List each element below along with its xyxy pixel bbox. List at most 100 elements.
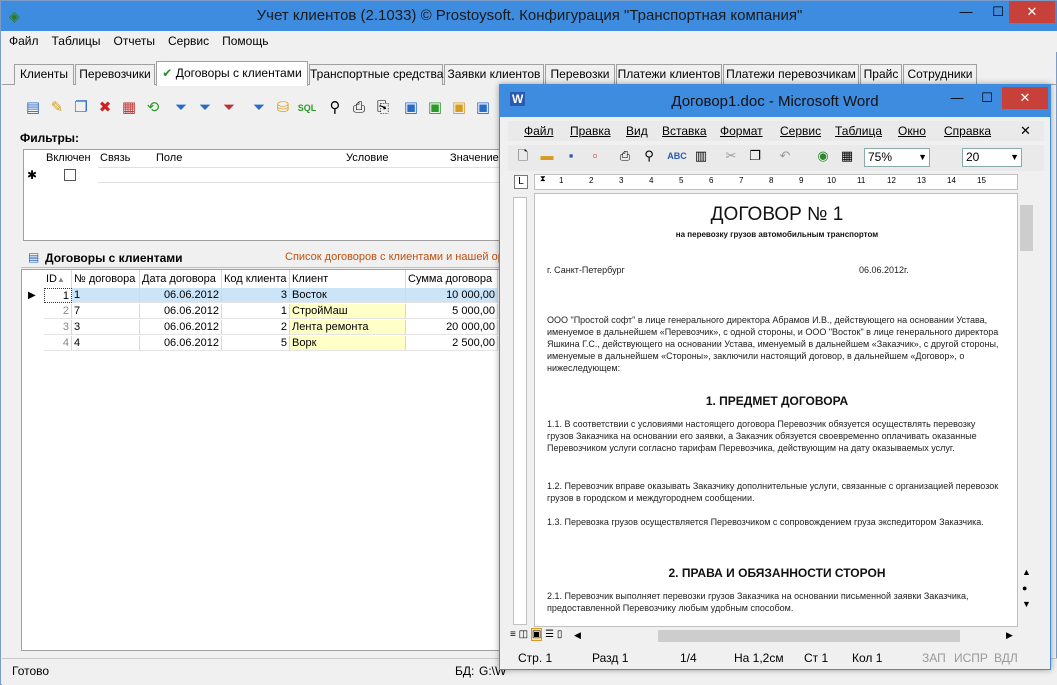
word-menu-file[interactable]: Файл [524, 124, 554, 138]
tab-client-requests[interactable]: Заявки клиентов [444, 64, 544, 85]
indent-marker[interactable]: ⧗ [540, 174, 546, 184]
menu-tables[interactable]: Таблицы [45, 31, 107, 48]
status-trk[interactable]: ИСПР [954, 651, 988, 665]
spelling-icon[interactable]: ABC [666, 145, 688, 167]
scroll-right-icon[interactable]: ▶ [1006, 630, 1013, 641]
filter-enabled-checkbox[interactable] [64, 169, 76, 181]
tab-employees[interactable]: Сотрудники [903, 64, 977, 85]
next-page-icon[interactable]: ▼ [1022, 599, 1031, 609]
research-icon[interactable]: ▥ [690, 145, 712, 167]
filter-group-icon[interactable]: ⛁ [272, 97, 294, 119]
new-doc-icon[interactable]: 🗋 [512, 145, 534, 167]
word-menu-window[interactable]: Окно [898, 124, 926, 138]
filter-clear-icon[interactable]: ⏷ [194, 97, 216, 119]
permission-icon[interactable]: ▫ [584, 145, 606, 167]
hyperlink-icon[interactable]: ◉ [812, 145, 834, 167]
col-client-code[interactable]: Код клиента [222, 270, 290, 288]
word-preview-icon[interactable]: ⚲ [638, 145, 660, 167]
table-row[interactable]: 4 4 06.06.2012 5 Ворк 2 500,00 [22, 336, 500, 352]
scroll-thumb[interactable] [1020, 205, 1033, 251]
col-id[interactable]: ID▲ [44, 270, 72, 288]
tab-carrier-payments[interactable]: Платежи перевозчикам [723, 64, 859, 85]
table-row[interactable]: 3 3 06.06.2012 2 Лента ремонта 20 000,00 [22, 320, 500, 336]
print-icon[interactable]: ⎙ [348, 97, 370, 119]
vertical-scrollbar[interactable]: ▲ ● ▼ [1018, 193, 1035, 627]
web-view-icon[interactable]: ◫ [519, 629, 528, 640]
horizontal-scrollbar[interactable]: ◀ ▶ [572, 628, 1018, 644]
prev-page-icon[interactable]: ▲ [1022, 567, 1031, 577]
tab-client-payments[interactable]: Платежи клиентов [616, 64, 722, 85]
export-icon[interactable]: ▣ [400, 97, 422, 119]
menu-help[interactable]: Помощь [215, 31, 274, 48]
copy-icon[interactable]: ❐ [70, 97, 92, 119]
table-row[interactable]: 1 1 06.06.2012 3 Восток 10 000,00 [22, 288, 500, 304]
filter-add-icon[interactable]: ⏷ [248, 97, 270, 119]
browse-object-icon[interactable]: ● [1022, 583, 1027, 593]
document-page[interactable]: ДОГОВОР № 1 на перевозку грузов автомоби… [534, 193, 1018, 627]
cut-icon[interactable]: ✂ [720, 145, 742, 167]
tab-shipments[interactable]: Перевозки [545, 64, 615, 85]
filter-new-row[interactable] [98, 167, 501, 183]
tab-stop-selector[interactable]: L [514, 175, 528, 189]
delete-all-icon[interactable]: ▦ [118, 97, 140, 119]
reading-view-icon[interactable]: ▯ [557, 629, 563, 640]
word-doc-close-icon[interactable]: ✕ [1020, 123, 1031, 139]
status-rec[interactable]: ЗАП [922, 651, 946, 665]
export-excel-icon[interactable]: ▣ [424, 97, 446, 119]
filter-remove-icon[interactable]: ⏷ [218, 97, 240, 119]
status-ext[interactable]: ВДЛ [994, 651, 1018, 665]
zoom-select[interactable]: 75% ▼ [864, 148, 930, 167]
word-menu-insert[interactable]: Вставка [662, 124, 707, 138]
word-menu-view[interactable]: Вид [626, 124, 648, 138]
minimize-button[interactable]: — [951, 1, 981, 23]
word-menu-table[interactable]: Таблица [835, 124, 882, 138]
word-menu-edit[interactable]: Правка [570, 124, 611, 138]
scroll-left-icon[interactable]: ◀ [574, 630, 581, 641]
word-print-icon[interactable]: ⎙ [614, 145, 636, 167]
outline-view-icon[interactable]: ☰ [545, 629, 554, 640]
close-button[interactable]: ✕ [1009, 1, 1055, 23]
open-icon[interactable]: ▬ [536, 145, 558, 167]
tab-vehicles[interactable]: Транспортные средства [309, 64, 443, 85]
word-minimize-button[interactable]: — [942, 87, 972, 109]
export-other-icon[interactable]: ▣ [472, 97, 494, 119]
table-row[interactable]: 2 7 06.06.2012 1 СтройМаш 5 000,00 [22, 304, 500, 320]
print-layout-icon[interactable]: ▣ [530, 628, 543, 641]
sql-icon[interactable]: SQL [296, 97, 318, 119]
print-preview-icon[interactable]: ⎘ [372, 97, 394, 119]
refresh-icon[interactable]: ⟲ [142, 97, 164, 119]
h-scroll-thumb[interactable] [658, 630, 960, 642]
word-menu-service[interactable]: Сервис [780, 124, 821, 138]
find-icon[interactable]: ⚲ [324, 97, 346, 119]
menu-reports[interactable]: Отчеты [107, 31, 161, 48]
col-client[interactable]: Клиент [290, 270, 406, 288]
save-icon[interactable]: ▪ [560, 145, 582, 167]
tab-clients[interactable]: Клиенты [14, 64, 74, 85]
tab-client-contracts[interactable]: ✔ Договоры с клиентами [156, 61, 308, 86]
vertical-ruler[interactable] [513, 197, 527, 625]
word-menu-format[interactable]: Формат [720, 124, 763, 138]
word-maximize-button[interactable]: ☐ [972, 87, 1002, 109]
tab-carriers[interactable]: Перевозчики [75, 64, 155, 85]
font-size-select[interactable]: 20 ▼ [962, 148, 1022, 167]
menu-file[interactable]: Файл [2, 31, 45, 48]
normal-view-icon[interactable]: ≡ [510, 629, 516, 640]
add-icon[interactable]: ▤ [22, 97, 44, 119]
ruler-number: 14 [947, 176, 956, 185]
filter-icon[interactable]: ⏷ [170, 97, 192, 119]
filters-label: Фильтры: [20, 131, 80, 145]
paste-icon[interactable]: ❐ [744, 145, 766, 167]
tab-price[interactable]: Прайс [860, 64, 902, 85]
insert-table-icon[interactable]: ▦ [836, 145, 858, 167]
delete-icon[interactable]: ✖ [94, 97, 116, 119]
col-contract-number[interactable]: № договора [72, 270, 140, 288]
horizontal-ruler[interactable]: ⧗ 1 2 3 4 5 6 7 8 9 10 11 12 13 14 15 [534, 174, 1018, 190]
word-menu-help[interactable]: Справка [944, 124, 991, 138]
edit-icon[interactable]: ✎ [46, 97, 68, 119]
export-word-icon[interactable]: ▣ [448, 97, 470, 119]
menu-service[interactable]: Сервис [161, 31, 215, 48]
col-contract-date[interactable]: Дата договора [140, 270, 222, 288]
col-contract-sum[interactable]: Сумма договора [406, 270, 498, 288]
word-close-button[interactable]: ✕ [1002, 87, 1048, 109]
undo-icon[interactable]: ↶ [774, 145, 796, 167]
